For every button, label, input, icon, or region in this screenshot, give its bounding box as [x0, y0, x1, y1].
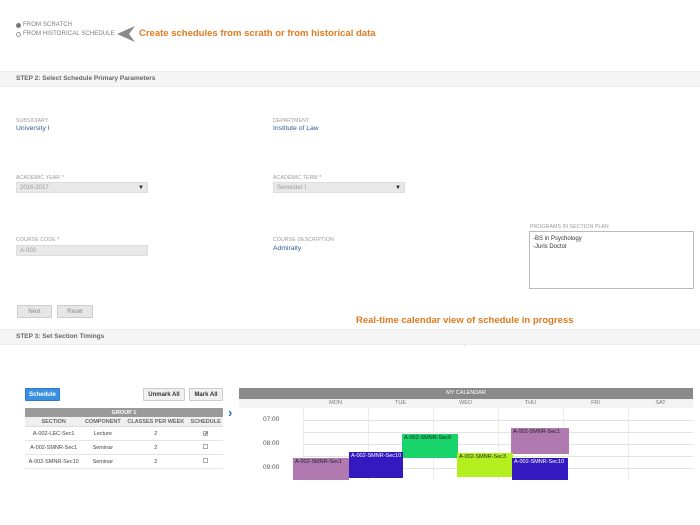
- chevron-right-icon[interactable]: ›: [228, 406, 232, 419]
- academic-year-label: ACADEMIC YEAR *: [16, 175, 64, 181]
- schedule-checkbox[interactable]: [203, 458, 209, 463]
- component-cell: Seminar: [82, 454, 124, 469]
- day-tue: TUE: [395, 400, 406, 406]
- programs-textarea[interactable]: -BS in Psychology -Juris Doctor: [529, 231, 694, 289]
- section-cell: A-002-SMNR-Sec1: [25, 440, 83, 455]
- step2-header: STEP 2: Select Schedule Primary Paramete…: [0, 71, 700, 87]
- day-fri: FRI: [591, 400, 600, 406]
- component-cell: Lecture: [82, 426, 124, 441]
- academic-term-select[interactable]: Semester I ▼: [273, 182, 405, 193]
- calendar-event[interactable]: A-002-SMNR-Sec10: [512, 458, 568, 480]
- radio-unselected-icon[interactable]: [16, 31, 21, 37]
- source-callout: Create schedules from scrath or from his…: [139, 28, 376, 39]
- section-cell: A-002-SMNR-Sec10: [25, 454, 83, 469]
- col-header-classes: CLASSES PER WEEK: [123, 417, 189, 427]
- calendar-event[interactable]: A-002-SMNR-Sec10: [349, 452, 403, 478]
- section-table: GROUP 1 SECTION COMPONENT CLASSES PER WE…: [25, 408, 223, 469]
- group-title: GROUP 1: [25, 408, 223, 417]
- time-label: 08:00: [263, 440, 280, 447]
- calendar-callout: Real-time calendar view of schedule in p…: [356, 315, 574, 326]
- calendar-event[interactable]: A-002-SMNR-Sec1: [293, 458, 349, 480]
- classes-cell: 2: [123, 440, 189, 455]
- calendar-title: MY CALENDAR: [239, 388, 693, 399]
- caret-down-icon: ▼: [395, 185, 401, 191]
- callout-arrow-icon: [117, 26, 135, 42]
- table-row: A-002-SMNR-Sec10 Seminar 2: [25, 454, 223, 469]
- academic-year-value: 2016-2017: [20, 185, 49, 191]
- time-label: 07:00: [263, 416, 280, 423]
- step2-title: STEP 2: Select Schedule Primary Paramete…: [16, 75, 156, 82]
- next-button[interactable]: Next: [17, 305, 52, 318]
- table-row: A-002-LEC-Sec1 Lecture 2 ✔: [25, 426, 223, 441]
- academic-term-value: Semester I: [277, 185, 307, 191]
- calendar-event[interactable]: A-002-SMNR-Sec3: [457, 453, 513, 477]
- schedule-checkbox[interactable]: [203, 444, 209, 449]
- course-description-label: COURSE DESCRIPTION: [273, 237, 334, 243]
- table-row: A-002-SMNR-Sec1 Seminar 2: [25, 440, 223, 455]
- col-header-schedule: SCHEDULE: [188, 417, 223, 427]
- section-cell: A-002-LEC-Sec1: [25, 426, 83, 441]
- radio-selected-icon[interactable]: [16, 22, 21, 28]
- course-description-value: Admiralty: [273, 245, 302, 252]
- subsidiary-value: University I: [16, 125, 50, 132]
- unmark-all-button[interactable]: Unmark All: [143, 388, 185, 401]
- course-code-label: COURSE CODE *: [16, 237, 60, 243]
- schedule-button[interactable]: Schedule: [25, 388, 60, 401]
- classes-cell: 2: [123, 454, 189, 469]
- day-sat: SAT: [655, 400, 666, 406]
- calendar-grid: 07:00 08:00 09:00 A-002-SMNR-Sec9 A-002-…: [239, 408, 693, 480]
- program-item: -Juris Doctor: [533, 244, 568, 250]
- mark-all-button[interactable]: Mark All: [189, 388, 223, 401]
- program-item: -BS in Psychology: [533, 236, 582, 242]
- course-code-input[interactable]: A-002: [16, 245, 148, 256]
- department-value: Institute of Law: [273, 125, 319, 132]
- radio-from-scratch-label: FROM SCRATCH: [23, 22, 73, 28]
- department-label: DEPARTMENT: [273, 118, 310, 124]
- classes-cell: 2: [123, 426, 189, 441]
- calendar-event[interactable]: A-002-SMNR-Sec1: [511, 428, 569, 454]
- academic-term-label: ACADEMIC TERM *: [273, 175, 322, 181]
- academic-year-select[interactable]: 2016-2017 ▼: [16, 182, 148, 193]
- col-header-component: COMPONENT: [82, 417, 124, 427]
- programs-label: PROGRAMS IN SECTION PLAN: [530, 224, 609, 230]
- component-cell: Seminar: [82, 440, 124, 455]
- radio-from-historical[interactable]: FROM HISTORICAL SCHEDULE: [16, 31, 115, 37]
- radio-from-scratch[interactable]: FROM SCRATCH: [16, 22, 72, 28]
- caret-down-icon: ▼: [138, 185, 144, 191]
- col-header-section: SECTION: [25, 417, 83, 427]
- schedule-checkbox[interactable]: ✔: [203, 430, 208, 436]
- step3-title: STEP 3: Set Section Timings: [16, 333, 105, 340]
- day-mon: MON: [329, 400, 342, 406]
- step3-header: STEP 3: Set Section Timings: [0, 329, 700, 345]
- reset-button[interactable]: Reset: [57, 305, 93, 318]
- day-wed: WED: [459, 400, 472, 406]
- radio-from-historical-label: FROM HISTORICAL SCHEDULE: [23, 31, 115, 37]
- subsidiary-label: SUBSIDIARY: [16, 118, 49, 124]
- day-thu: THU: [524, 400, 537, 406]
- time-label: 09:00: [263, 464, 280, 471]
- calendar-event[interactable]: A-002-SMNR-Sec9: [402, 434, 458, 458]
